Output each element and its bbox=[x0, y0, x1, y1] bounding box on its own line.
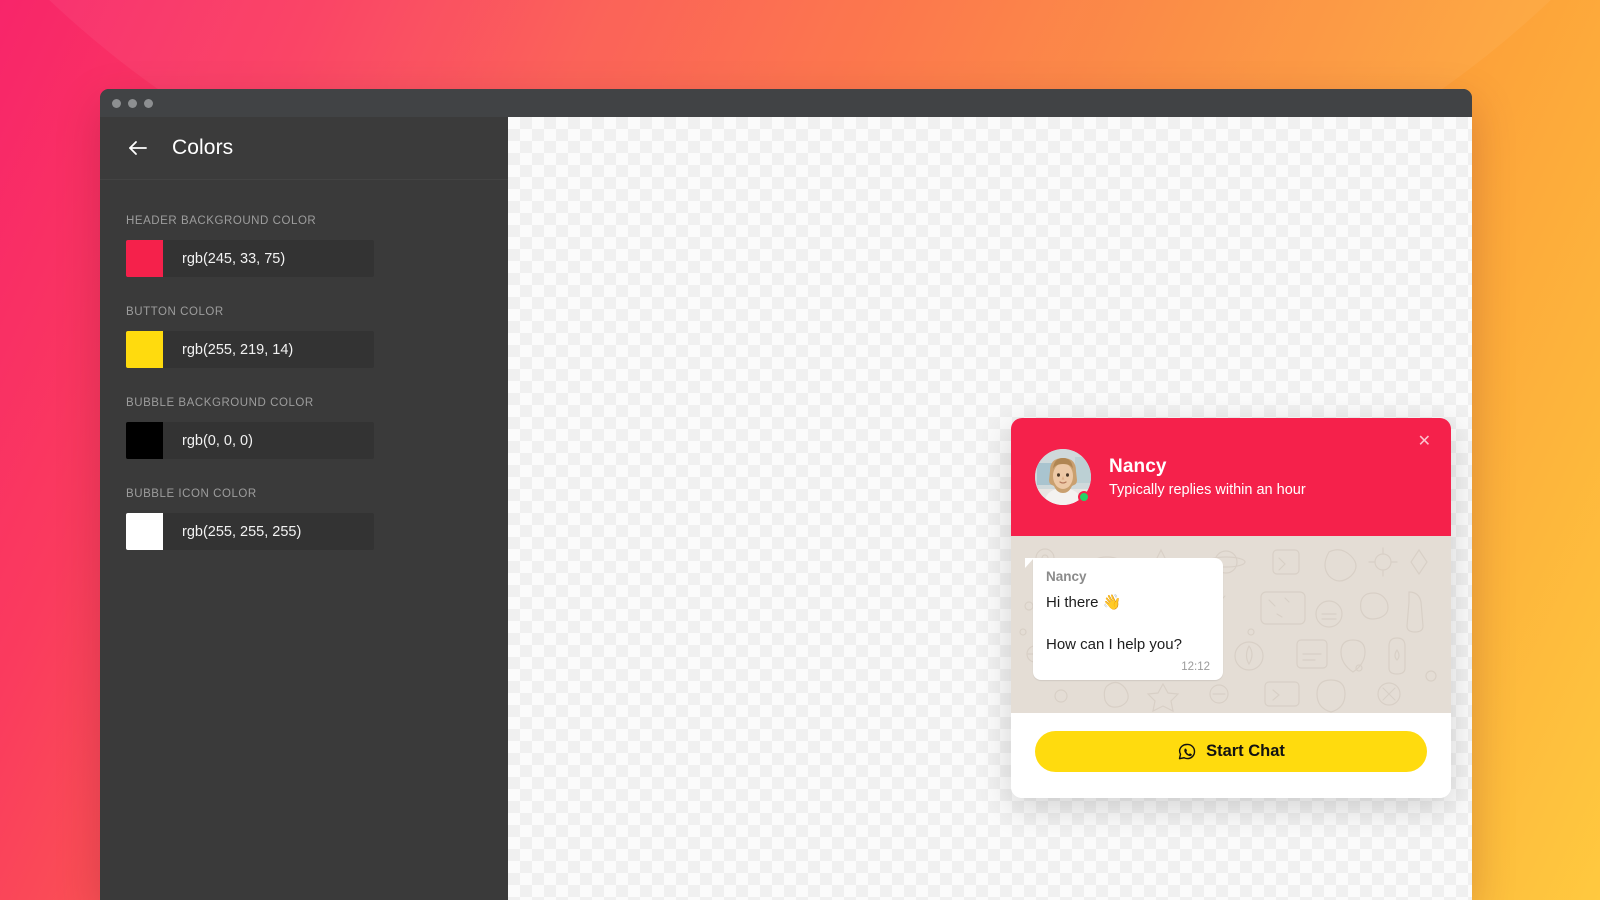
agent-status: Typically replies within an hour bbox=[1109, 482, 1306, 498]
minimize-dot[interactable] bbox=[128, 98, 137, 108]
start-chat-button[interactable]: Start Chat bbox=[1035, 731, 1427, 772]
field-label: BUBBLE ICON COLOR bbox=[126, 488, 257, 500]
color-field-bubble-background: BUBBLE BACKGROUND COLOR rgb(0, 0, 0) bbox=[126, 397, 482, 459]
window-body: Colors HEADER BACKGROUND COLOR rgb(245, … bbox=[100, 117, 1472, 900]
browser-titlebar bbox=[100, 89, 1472, 117]
browser-window: Colors HEADER BACKGROUND COLOR rgb(245, … bbox=[100, 89, 1472, 900]
color-input-row[interactable]: rgb(0, 0, 0) bbox=[126, 422, 374, 459]
maximize-dot[interactable] bbox=[144, 98, 153, 108]
message-sender: Nancy bbox=[1046, 569, 1087, 584]
color-field-header-background: HEADER BACKGROUND COLOR rgb(245, 33, 75) bbox=[126, 215, 482, 277]
page-title: Colors bbox=[172, 136, 234, 159]
color-input-row[interactable]: rgb(255, 255, 255) bbox=[126, 513, 374, 550]
back-arrow-icon[interactable] bbox=[126, 136, 150, 160]
color-input-row[interactable]: rgb(255, 219, 14) bbox=[126, 331, 374, 368]
agent-info: Nancy Typically replies within an hour bbox=[1109, 456, 1306, 498]
message-line-1: Hi there 👋 bbox=[1046, 594, 1122, 611]
color-value-text: rgb(0, 0, 0) bbox=[182, 432, 253, 449]
field-label: HEADER BACKGROUND COLOR bbox=[126, 215, 317, 227]
chat-widget-footer: Start Chat bbox=[1011, 713, 1451, 798]
start-chat-label: Start Chat bbox=[1206, 742, 1285, 760]
color-swatch[interactable] bbox=[126, 422, 163, 459]
color-value-text: rgb(255, 219, 14) bbox=[182, 341, 294, 358]
close-icon[interactable]: ✕ bbox=[1414, 430, 1435, 454]
message-line-2: How can I help you? bbox=[1046, 636, 1182, 654]
whatsapp-chat-widget: Nancy Typically replies within an hour ✕ bbox=[1011, 418, 1451, 798]
avatar bbox=[1035, 449, 1091, 505]
color-value-text: rgb(255, 255, 255) bbox=[182, 523, 302, 540]
chat-message-bubble: Nancy Hi there 👋 How can I help you? 12:… bbox=[1025, 558, 1223, 680]
online-status-indicator bbox=[1078, 491, 1090, 503]
color-swatch[interactable] bbox=[126, 240, 163, 277]
sidebar-content: HEADER BACKGROUND COLOR rgb(245, 33, 75)… bbox=[100, 180, 508, 579]
agent-name: Nancy bbox=[1109, 456, 1167, 477]
chat-conversation-area: w bbox=[1011, 536, 1451, 713]
color-swatch[interactable] bbox=[126, 331, 163, 368]
color-swatch[interactable] bbox=[126, 513, 163, 550]
color-field-bubble-icon: BUBBLE ICON COLOR rgb(255, 255, 255) bbox=[126, 488, 482, 550]
settings-sidebar: Colors HEADER BACKGROUND COLOR rgb(245, … bbox=[100, 117, 508, 900]
field-label: BUBBLE BACKGROUND COLOR bbox=[126, 397, 314, 409]
whatsapp-icon bbox=[1177, 742, 1197, 762]
message-timestamp: 12:12 bbox=[1181, 660, 1210, 673]
color-input-row[interactable]: rgb(245, 33, 75) bbox=[126, 240, 374, 277]
preview-canvas: Nancy Typically replies within an hour ✕ bbox=[508, 117, 1472, 900]
close-dot[interactable] bbox=[112, 98, 121, 108]
chat-widget-header: Nancy Typically replies within an hour ✕ bbox=[1011, 418, 1451, 536]
sidebar-header: Colors bbox=[100, 117, 508, 180]
color-value-text: rgb(245, 33, 75) bbox=[182, 250, 286, 267]
field-label: BUTTON COLOR bbox=[126, 306, 224, 318]
color-field-button: BUTTON COLOR rgb(255, 219, 14) bbox=[126, 306, 482, 368]
